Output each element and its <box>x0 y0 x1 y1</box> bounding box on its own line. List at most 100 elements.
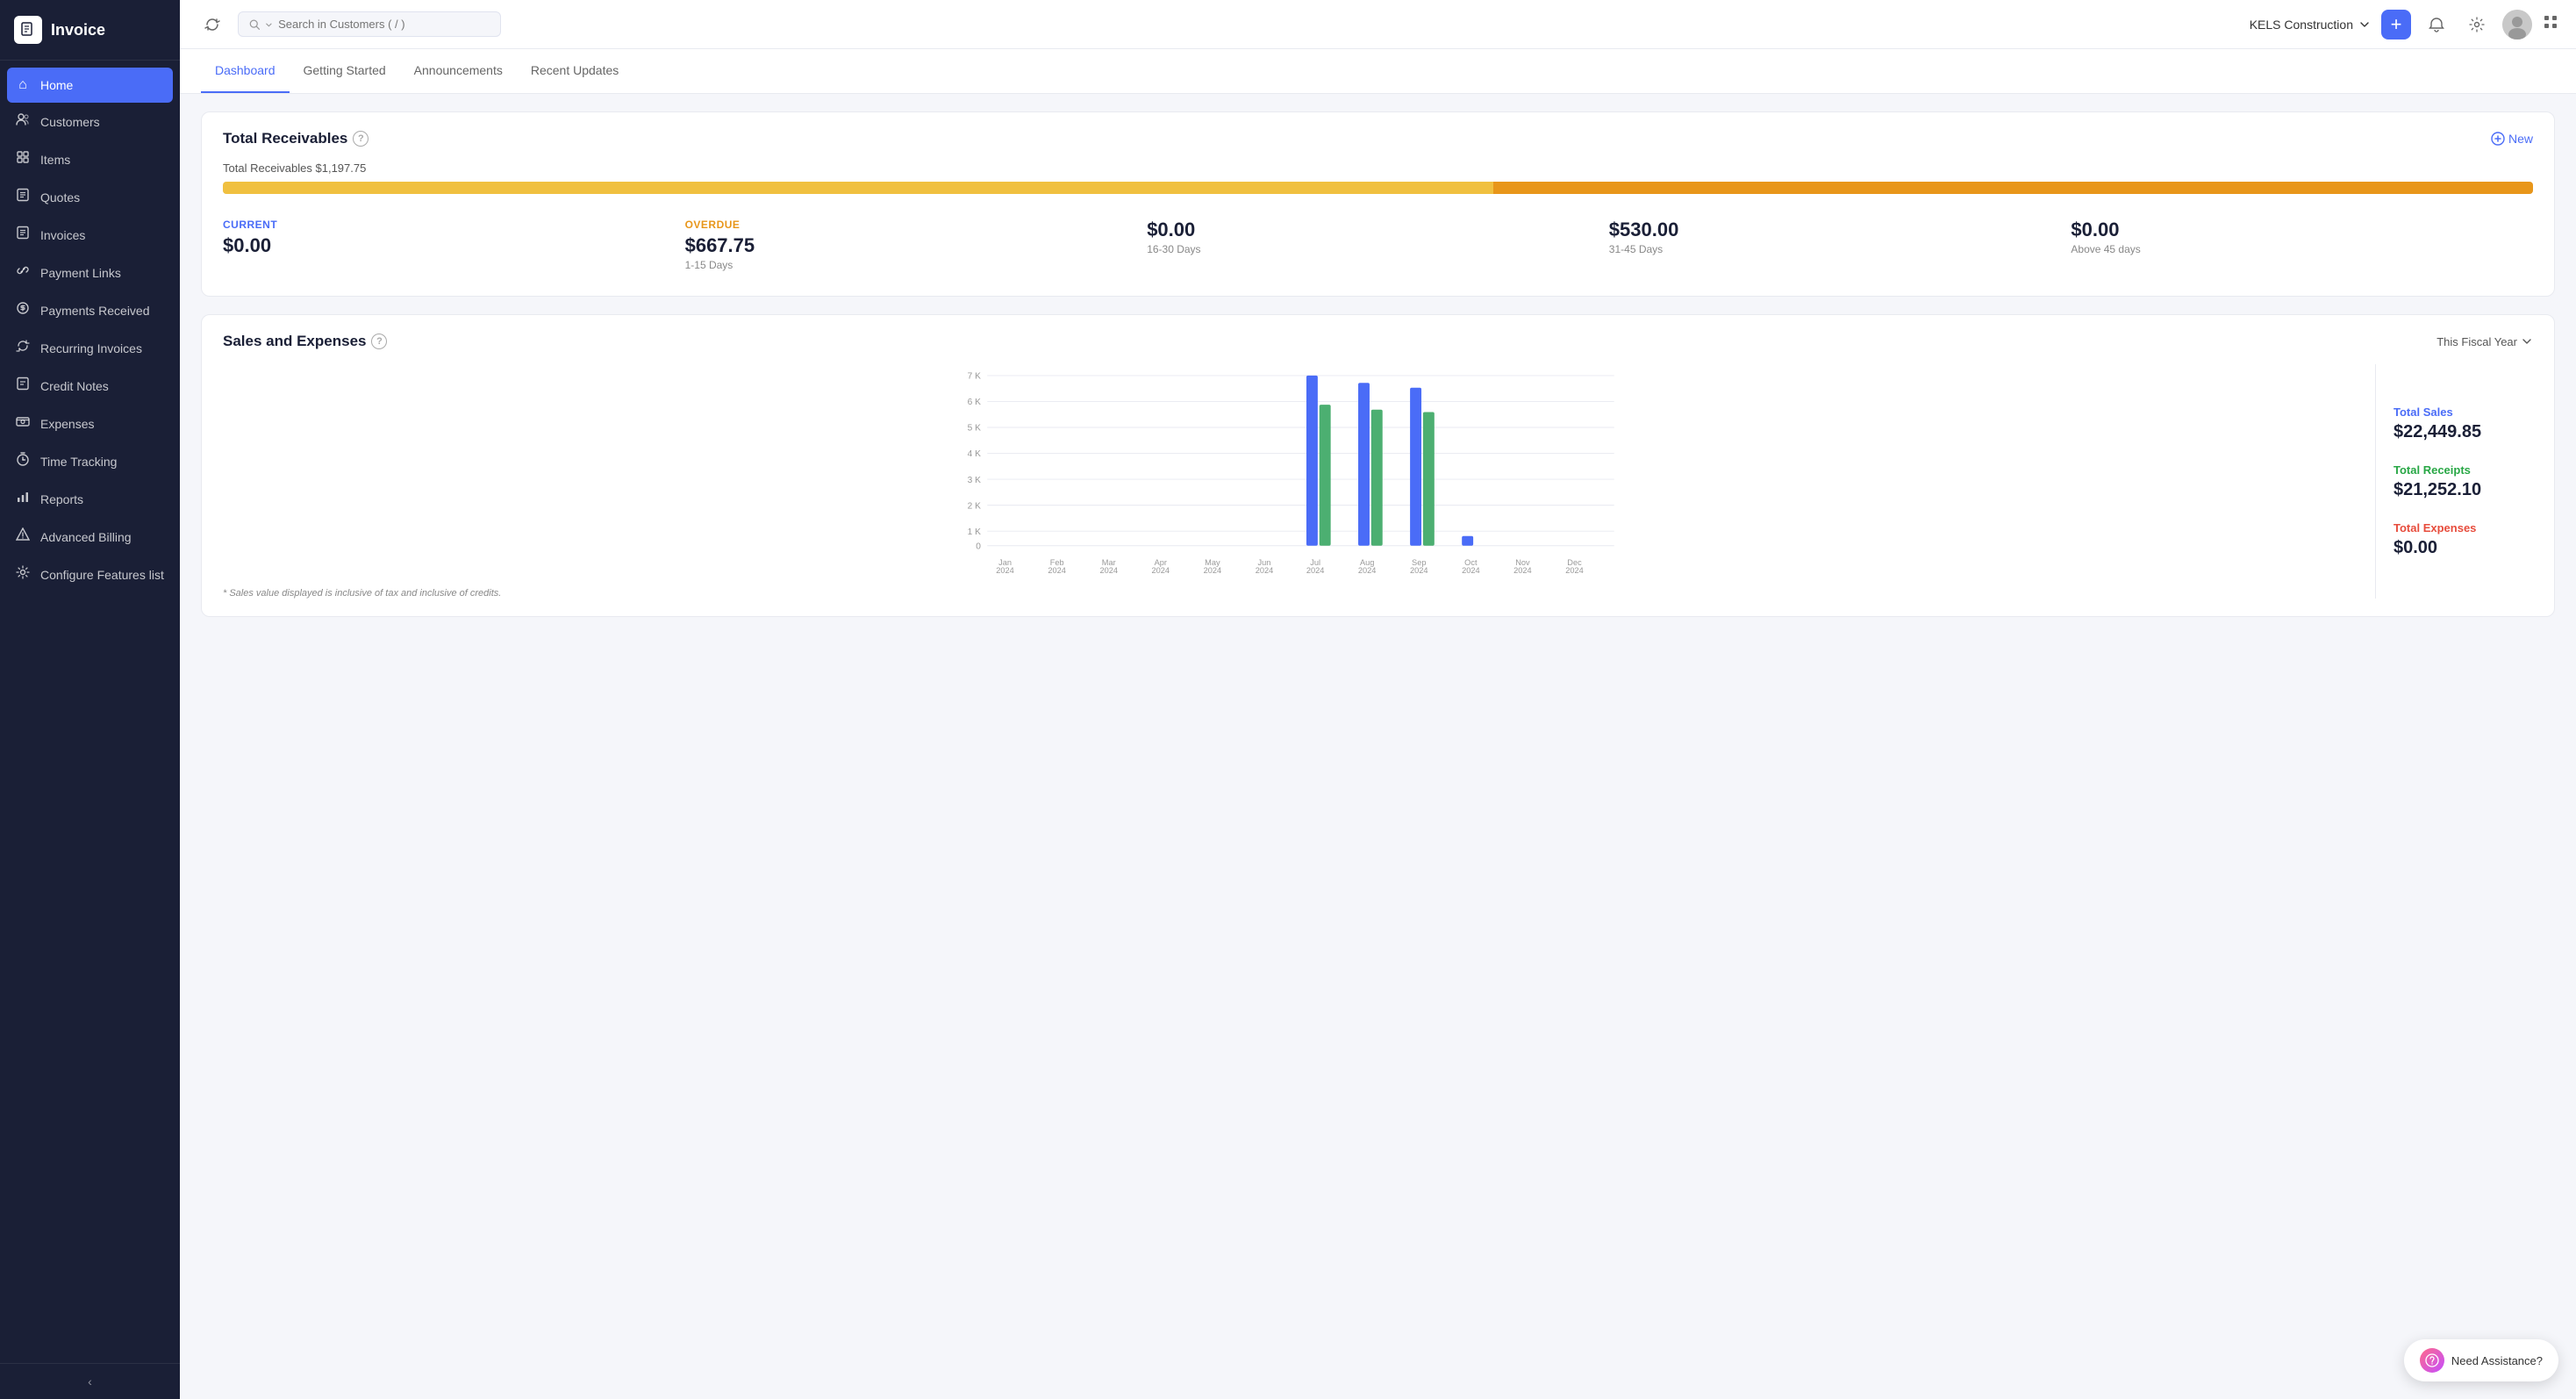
expenses-icon <box>14 414 32 433</box>
total-receipts-stat: Total Receipts $21,252.10 <box>2394 463 2533 500</box>
customers-icon <box>14 112 32 131</box>
svg-text:7 K: 7 K <box>968 372 981 382</box>
svg-text:2024: 2024 <box>1152 566 1170 575</box>
sidebar-item-home[interactable]: ⌂ Home <box>7 68 173 103</box>
main-area: KELS Construction + Dashboard Getting St… <box>180 0 2576 1399</box>
svg-text:4 K: 4 K <box>968 449 981 459</box>
receivables-progress-bar <box>223 182 2533 194</box>
sidebar-item-credit-notes[interactable]: Credit Notes <box>0 367 180 405</box>
search-input[interactable] <box>278 18 490 31</box>
search-box[interactable] <box>238 11 501 37</box>
current-value: $0.00 <box>223 234 685 257</box>
avatar[interactable] <box>2502 10 2532 39</box>
sidebar-item-label: Customers <box>40 115 100 129</box>
tab-announcements[interactable]: Announcements <box>400 49 517 93</box>
header: KELS Construction + <box>180 0 2576 49</box>
reports-icon <box>14 490 32 508</box>
total-receivables-card: Total Receivables ? New Total Receivable… <box>201 111 2555 297</box>
grid-button[interactable] <box>2543 14 2558 34</box>
sidebar-item-label: Invoices <box>40 228 85 242</box>
svg-text:2024: 2024 <box>996 566 1014 575</box>
sidebar-item-label: Expenses <box>40 417 94 431</box>
plus-icon: + <box>2391 15 2402 34</box>
sidebar-item-label: Items <box>40 153 70 167</box>
refresh-button[interactable] <box>197 10 227 39</box>
progress-current <box>223 182 1493 194</box>
sidebar-item-label: Configure Features list <box>40 568 164 582</box>
sidebar-item-recurring-invoices[interactable]: Recurring Invoices <box>0 329 180 367</box>
sidebar-item-quotes[interactable]: Quotes <box>0 178 180 216</box>
tab-getting-started[interactable]: Getting Started <box>290 49 400 93</box>
bar-jul-sales <box>1306 376 1318 546</box>
need-assistance-button[interactable]: Need Assistance? <box>2404 1339 2558 1381</box>
bar-sep-sales <box>1410 388 1421 546</box>
sales-info-icon[interactable]: ? <box>371 334 387 349</box>
sidebar-item-payment-links[interactable]: Payment Links <box>0 254 180 291</box>
above-45-value: $0.00 <box>2071 219 2533 241</box>
sidebar-item-payments-received[interactable]: Payments Received <box>0 291 180 329</box>
sidebar-item-label: Advanced Billing <box>40 530 132 544</box>
sidebar-item-reports[interactable]: Reports <box>0 480 180 518</box>
above-45-days: Above 45 days <box>2071 243 2533 255</box>
31-45-days: 31-45 Days <box>1609 243 2072 255</box>
total-sales-value: $22,449.85 <box>2394 422 2533 442</box>
invoices-icon <box>14 226 32 244</box>
sidebar: Invoice ⌂ Home Customers Items Quotes <box>0 0 180 1399</box>
receivable-overdue: OVERDUE $667.75 1-15 Days <box>685 212 1148 278</box>
receivables-info-icon[interactable]: ? <box>353 131 369 147</box>
bar-aug-expenses <box>1371 410 1383 546</box>
total-expenses-stat: Total Expenses $0.00 <box>2394 521 2533 558</box>
bar-chart: 7 K 6 K 5 K 4 K 3 K 2 K 1 K 0 <box>223 364 2358 575</box>
sidebar-item-advanced-billing[interactable]: Advanced Billing <box>0 518 180 556</box>
tab-recent-updates[interactable]: Recent Updates <box>517 49 633 93</box>
receivable-above-45: $0.00 Above 45 days <box>2071 212 2533 278</box>
recurring-icon <box>14 339 32 357</box>
collapse-sidebar-button[interactable]: ‹ <box>88 1374 92 1388</box>
tabs: Dashboard Getting Started Announcements … <box>180 49 2576 94</box>
fiscal-year-dropdown[interactable]: This Fiscal Year <box>2436 335 2533 348</box>
sales-card-header: Sales and Expenses ? This Fiscal Year <box>223 333 2533 350</box>
sidebar-item-items[interactable]: Items <box>0 140 180 178</box>
svg-text:2024: 2024 <box>1204 566 1222 575</box>
svg-text:2024: 2024 <box>1048 566 1066 575</box>
svg-text:3 K: 3 K <box>968 476 981 485</box>
sidebar-item-invoices[interactable]: Invoices <box>0 216 180 254</box>
svg-text:2024: 2024 <box>1513 566 1532 575</box>
header-right: KELS Construction + <box>2250 10 2558 39</box>
sidebar-item-label: Quotes <box>40 190 80 204</box>
configure-icon <box>14 565 32 584</box>
page-content: Total Receivables ? New Total Receivable… <box>180 94 2576 1399</box>
svg-text:2024: 2024 <box>1410 566 1428 575</box>
progress-overdue <box>1493 182 2533 194</box>
svg-text:5 K: 5 K <box>968 424 981 434</box>
receivables-new-button[interactable]: New <box>2491 132 2533 146</box>
payments-received-icon <box>14 301 32 319</box>
sidebar-item-customers[interactable]: Customers <box>0 103 180 140</box>
svg-text:2024: 2024 <box>1099 566 1118 575</box>
total-receipts-label: Total Receipts <box>2394 463 2533 477</box>
svg-text:2024: 2024 <box>1565 566 1584 575</box>
tab-dashboard[interactable]: Dashboard <box>201 49 290 93</box>
receivables-card-header: Total Receivables ? New <box>223 130 2533 147</box>
sidebar-item-time-tracking[interactable]: Time Tracking <box>0 442 180 480</box>
chart-area: 7 K 6 K 5 K 4 K 3 K 2 K 1 K 0 <box>223 364 2358 599</box>
sidebar-bottom: ‹ <box>0 1363 180 1399</box>
svg-text:2024: 2024 <box>1306 566 1325 575</box>
app-logo: Invoice <box>0 0 180 61</box>
31-45-value: $530.00 <box>1609 219 2072 241</box>
quotes-icon <box>14 188 32 206</box>
chart-note: * Sales value displayed is inclusive of … <box>223 588 2358 599</box>
svg-text:1 K: 1 K <box>968 527 981 537</box>
overdue-value: $667.75 <box>685 234 1148 257</box>
sidebar-item-configure-features[interactable]: Configure Features list <box>0 556 180 593</box>
bar-oct-sales <box>1462 536 1473 546</box>
settings-button[interactable] <box>2462 10 2492 39</box>
receivable-current: CURRENT $0.00 <box>223 212 685 278</box>
svg-text:6 K: 6 K <box>968 398 981 407</box>
sidebar-item-expenses[interactable]: Expenses <box>0 405 180 442</box>
notifications-button[interactable] <box>2422 10 2451 39</box>
sidebar-item-label: Time Tracking <box>40 455 117 469</box>
new-button[interactable]: + <box>2381 10 2411 39</box>
home-icon: ⌂ <box>14 77 32 93</box>
company-selector[interactable]: KELS Construction <box>2250 18 2371 32</box>
